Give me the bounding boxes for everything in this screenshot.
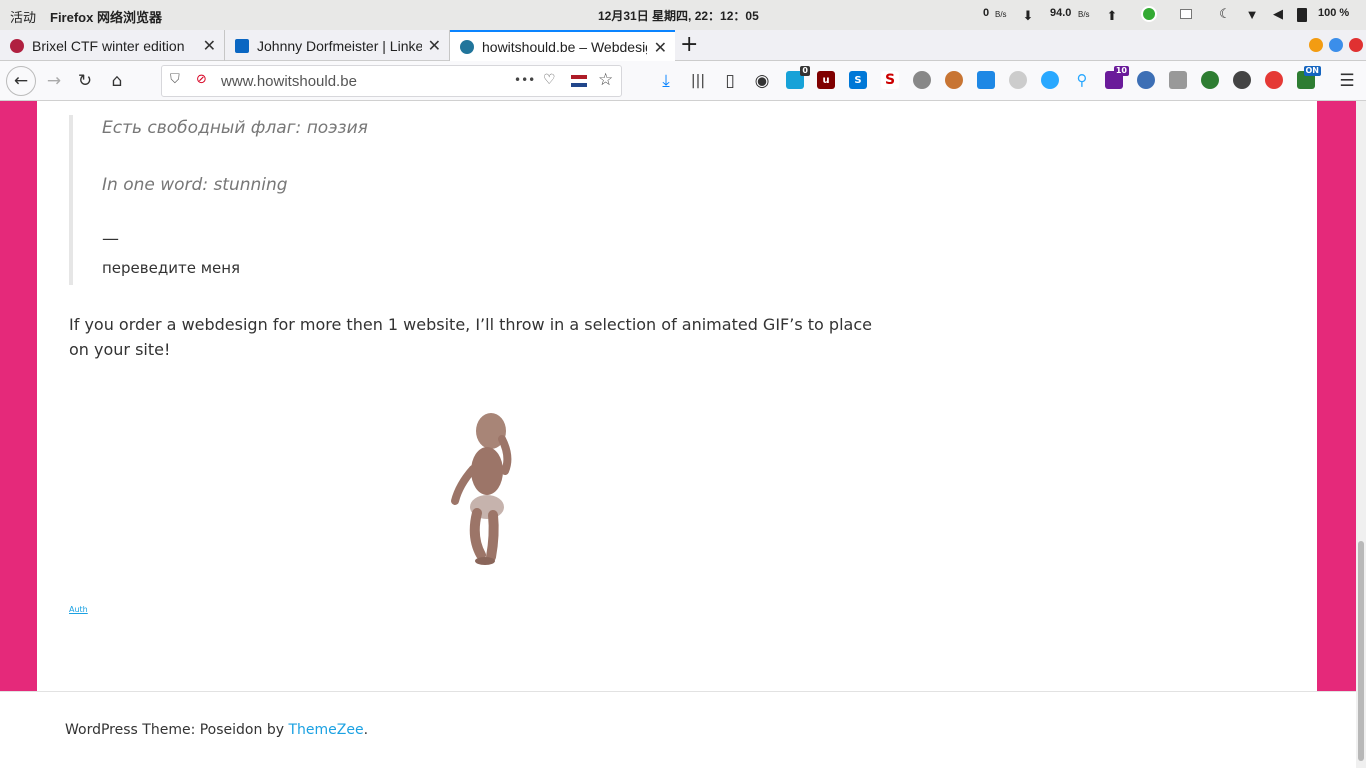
quote-dash: — (102, 229, 119, 249)
downloads-icon[interactable]: ⤓ (652, 67, 680, 95)
quote-line-1: Есть свободный флаг: поэзия (102, 118, 368, 138)
bug-icon[interactable] (1041, 71, 1059, 89)
auth-link[interactable]: Auth (69, 605, 88, 614)
battery-percent: 100 % (1318, 7, 1350, 19)
quote-citation: переведите меня (102, 259, 241, 277)
scrapbook-icon[interactable]: S (881, 71, 899, 89)
net-up-value: 94.0 (1050, 7, 1072, 19)
skype-icon[interactable]: S (849, 71, 867, 89)
paragraph-line-2: on your site! (69, 340, 171, 359)
tray-app-icon[interactable] (1141, 6, 1157, 22)
post-content: Есть свободный флаг: поэзия In one word:… (37, 101, 1317, 691)
footer-prefix: WordPress Theme: Poseidon by (65, 722, 289, 738)
netherlands-flag-icon[interactable] (571, 75, 587, 87)
web-page: Есть свободный флаг: поэзия In one word:… (0, 101, 1356, 768)
scrollbar-thumb[interactable] (1358, 541, 1364, 761)
wordpress-icon (460, 39, 474, 54)
close-window-button[interactable] (1349, 38, 1363, 52)
activities-button[interactable]: 活动 (10, 7, 36, 26)
tab-strip: Brixel CTF winter edition ✕ Johnny Dorfm… (0, 30, 1366, 61)
maximize-button[interactable] (1329, 38, 1343, 52)
minimize-button[interactable] (1309, 38, 1323, 52)
tab-title: howitshould.be – Webdesign (482, 38, 647, 55)
ublock-icon[interactable]: u (817, 71, 835, 89)
footer-suffix: . (363, 722, 369, 738)
shield-icon[interactable]: ⛉ (170, 72, 180, 87)
on-extension-icon[interactable]: ON (1297, 66, 1321, 89)
linkedin-icon (235, 38, 249, 53)
tab-linkedin[interactable]: Johnny Dorfmeister | LinkedIn ✕ (225, 30, 450, 61)
reload-button[interactable]: ↻ (71, 67, 99, 95)
pocket-icon[interactable]: ♡ (543, 72, 556, 88)
upload-arrow-icon: ⬆ (1106, 8, 1118, 23)
dancing-baby-image (451, 413, 512, 565)
app-menu[interactable]: Firefox 网络浏览器 (50, 7, 162, 26)
download-arrow-icon: ⬇ (1022, 8, 1034, 23)
puzzle-icon[interactable] (913, 71, 931, 89)
sidebar-icon[interactable]: ▯ (716, 67, 744, 95)
forward-button[interactable]: → (40, 67, 68, 95)
url-bar[interactable]: ⛉ ⊘ www.howitshould.be ••• ♡ ☆ (161, 65, 622, 97)
clock[interactable]: 12月31日 星期四, 22：12：05 (598, 7, 759, 24)
battery-icon[interactable] (1297, 8, 1307, 22)
account-icon[interactable]: ◉ (748, 67, 776, 95)
purple-badge: 10 (1113, 66, 1129, 76)
close-icon[interactable]: ✕ (428, 36, 441, 56)
insecure-lock-icon[interactable]: ⊘ (196, 72, 207, 87)
container-icon[interactable] (1169, 71, 1187, 89)
note-icon[interactable] (977, 71, 995, 89)
blockquote-bar (69, 115, 73, 285)
new-tab-button[interactable]: + (680, 32, 698, 57)
globe-icon[interactable] (1137, 71, 1155, 89)
record-icon[interactable] (1265, 71, 1283, 89)
page-actions-menu[interactable]: ••• (514, 73, 535, 87)
page-scrollbar[interactable] (1356, 101, 1366, 768)
brixel-icon (10, 38, 24, 53)
green-extension-icon[interactable] (1201, 71, 1219, 89)
tab-brixel[interactable]: Brixel CTF winter edition ✕ (0, 30, 225, 61)
tab-howitshould[interactable]: howitshould.be – Webdesign ✕ (450, 30, 675, 61)
navigation-toolbar: ← → ↻ ⌂ ⛉ ⊘ www.howitshould.be ••• ♡ ☆ ⤓… (0, 61, 1366, 101)
bookmark-star-icon[interactable]: ☆ (598, 70, 613, 90)
close-icon[interactable]: ✕ (654, 38, 667, 58)
hamburger-menu-icon[interactable]: ☰ (1333, 67, 1361, 95)
home-button[interactable]: ⌂ (103, 67, 131, 95)
quote-line-2: In one word: stunning (102, 175, 288, 195)
footer-credits: WordPress Theme: Poseidon by ThemeZee. (65, 722, 368, 738)
net-down-unit: B/s (995, 10, 1007, 19)
circle-extension-icon[interactable] (1009, 71, 1027, 89)
library-icon[interactable]: ||| (684, 67, 712, 95)
on-badge: ON (1303, 66, 1321, 76)
ghostery-badge: 0 (800, 66, 810, 76)
ghostery-icon[interactable]: 0 (786, 66, 810, 89)
tab-title: Brixel CTF winter edition (32, 37, 185, 54)
paragraph-line-1: If you order a webdesign for more then 1… (69, 315, 872, 334)
system-top-bar: 活动 Firefox 网络浏览器 12月31日 星期四, 22：12：05 0 … (0, 0, 1366, 30)
themezee-link[interactable]: ThemeZee (288, 722, 363, 738)
wifi-icon[interactable]: ▼ (1244, 6, 1260, 22)
dots-extension-icon[interactable] (1233, 71, 1251, 89)
url-text[interactable]: www.howitshould.be (221, 73, 357, 90)
net-down-value: 0 (983, 7, 990, 19)
window-indicator-icon[interactable] (1180, 9, 1192, 19)
net-up-unit: B/s (1078, 10, 1090, 19)
left-pink-border (0, 101, 37, 691)
close-icon[interactable]: ✕ (203, 36, 216, 56)
back-button[interactable]: ← (6, 66, 36, 96)
right-pink-border (1317, 101, 1356, 691)
tab-title: Johnny Dorfmeister | LinkedIn (257, 37, 422, 54)
volume-icon[interactable]: ◀ (1270, 6, 1286, 22)
purple-extension-icon[interactable]: 10 (1105, 66, 1129, 89)
site-footer: WordPress Theme: Poseidon by ThemeZee. (0, 691, 1356, 768)
night-light-icon: ☾ (1219, 6, 1231, 21)
cookie-icon[interactable] (945, 71, 963, 89)
location-pin-icon[interactable]: ⚲ (1073, 71, 1091, 89)
